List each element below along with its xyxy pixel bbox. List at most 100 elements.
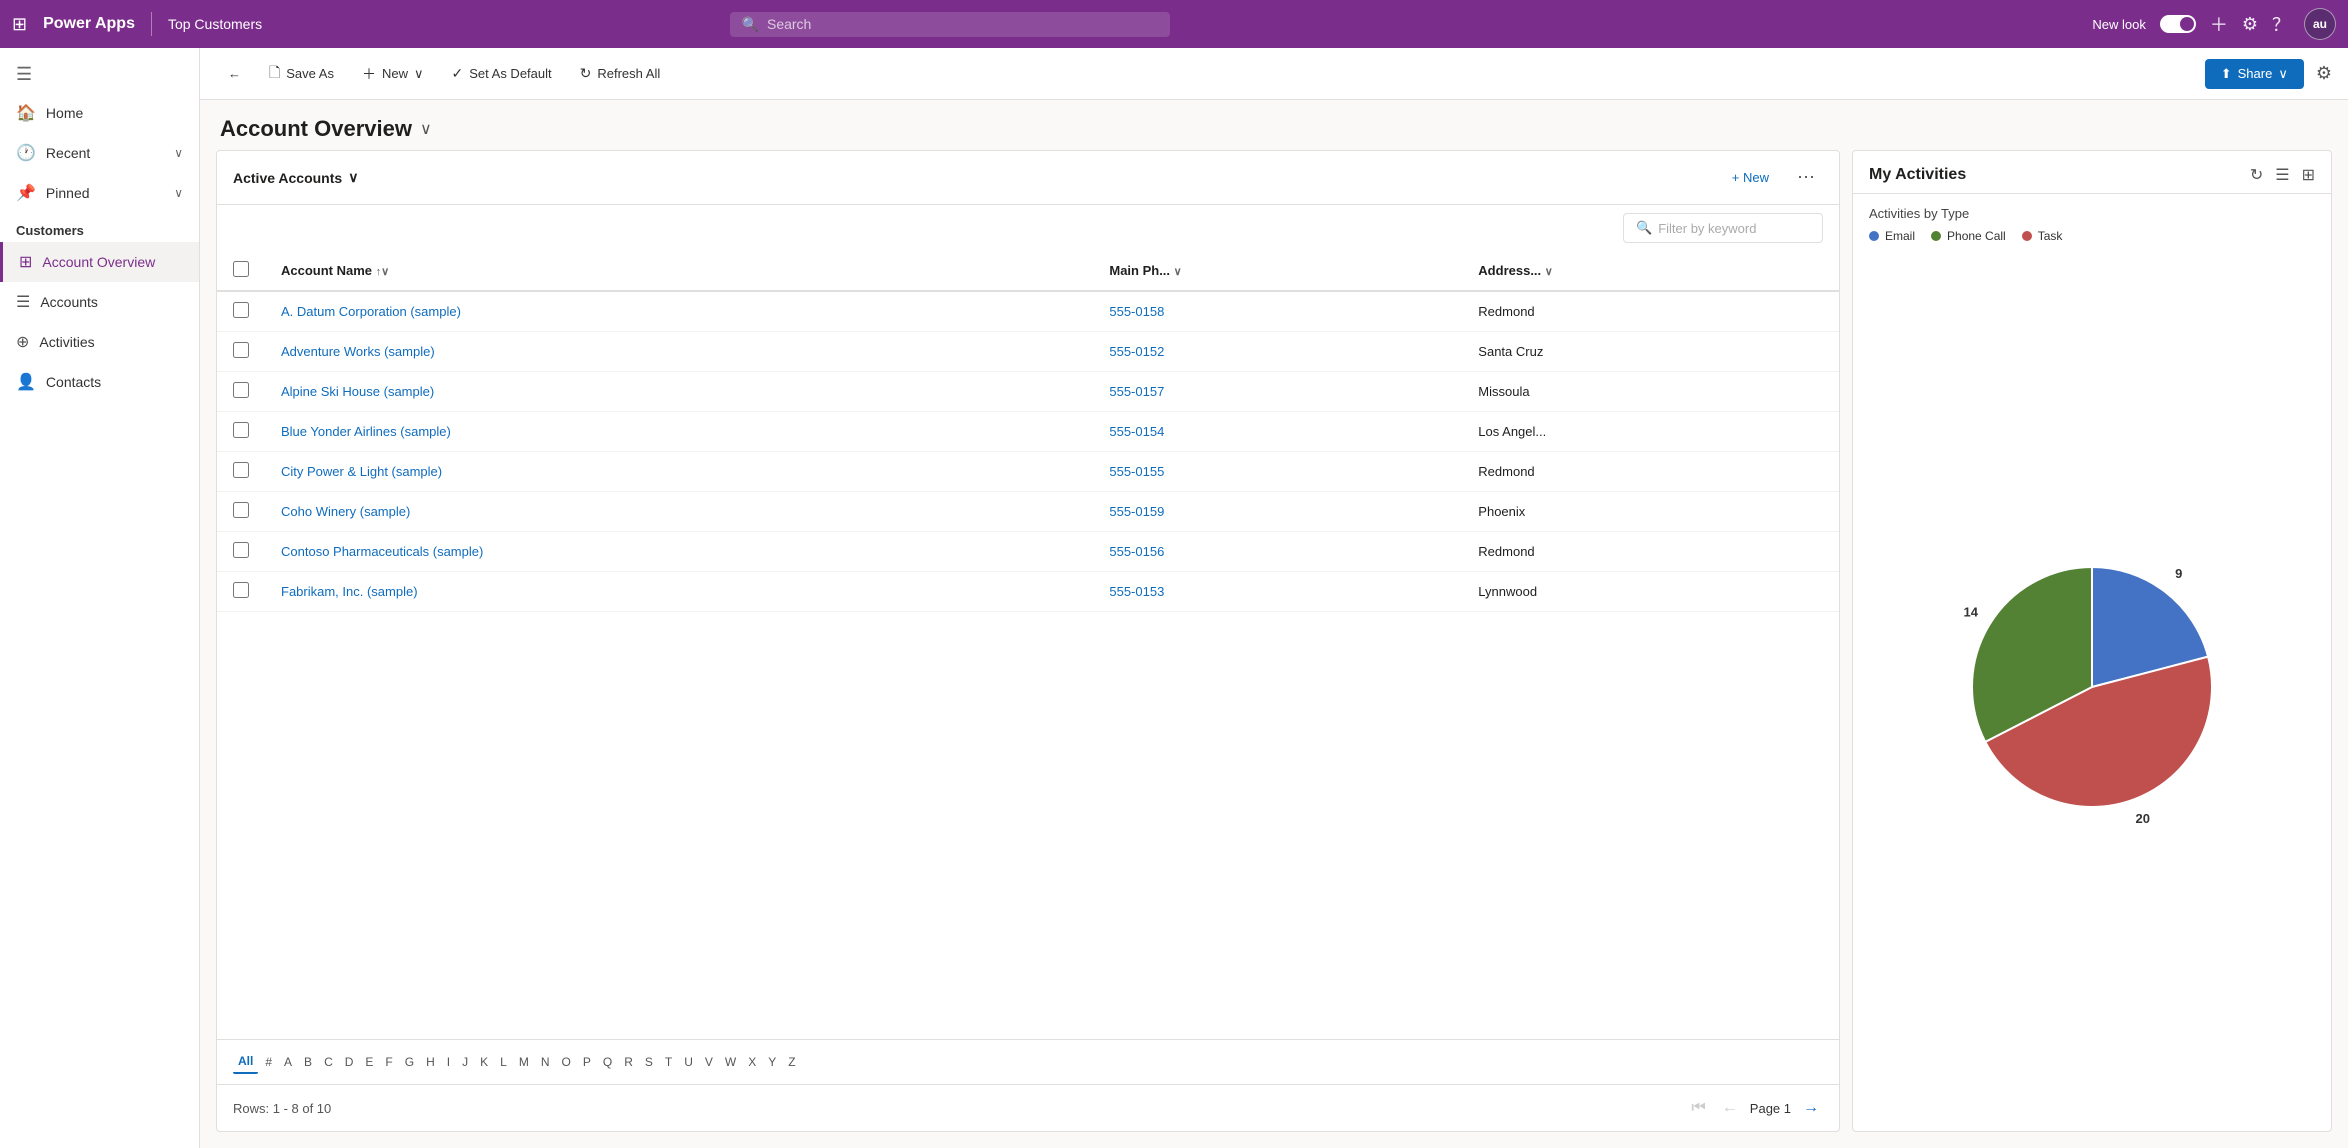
alpha-nav-item[interactable]: All [233, 1050, 258, 1074]
phone-cell[interactable]: 555-0157 [1093, 372, 1462, 412]
filter-input-container[interactable]: 🔍 Filter by keyword [1623, 213, 1823, 243]
col-header-address[interactable]: Address... ∨ [1462, 251, 1839, 291]
phone-cell[interactable]: 555-0153 [1093, 572, 1462, 612]
account-name-cell[interactable]: Adventure Works (sample) [265, 332, 1093, 372]
alpha-nav-item[interactable]: Y [763, 1051, 781, 1073]
legend-dot [1869, 231, 1879, 241]
new-look-toggle[interactable] [2160, 15, 2196, 33]
row-checkbox[interactable] [233, 382, 249, 398]
back-button[interactable]: ← [216, 60, 253, 87]
phone-cell[interactable]: 555-0154 [1093, 412, 1462, 452]
alpha-nav-item[interactable]: B [299, 1051, 317, 1073]
row-checkbox[interactable] [233, 542, 249, 558]
accounts-new-button[interactable]: + New [1720, 164, 1781, 191]
row-checkbox-cell[interactable] [217, 492, 265, 532]
row-checkbox[interactable] [233, 302, 249, 318]
account-name-cell[interactable]: City Power & Light (sample) [265, 452, 1093, 492]
alpha-nav-item[interactable]: G [400, 1051, 419, 1073]
row-checkbox[interactable] [233, 342, 249, 358]
sidebar-item-accounts[interactable]: ☰ Accounts [0, 282, 199, 322]
alpha-nav-item[interactable]: P [578, 1051, 596, 1073]
alpha-nav-item[interactable]: M [514, 1051, 534, 1073]
col-header-main-phone[interactable]: Main Ph... ∨ [1093, 251, 1462, 291]
alpha-nav-item[interactable]: J [457, 1051, 473, 1073]
alpha-nav-item[interactable]: L [495, 1051, 512, 1073]
phone-cell[interactable]: 555-0156 [1093, 532, 1462, 572]
alpha-nav-item[interactable]: H [421, 1051, 440, 1073]
alpha-nav-item[interactable]: I [442, 1051, 455, 1073]
row-checkbox[interactable] [233, 462, 249, 478]
col-header-account-name[interactable]: Account Name ↑∨ [265, 251, 1093, 291]
row-checkbox[interactable] [233, 582, 249, 598]
sidebar-item-contacts[interactable]: 👤 Contacts [0, 362, 199, 402]
avatar[interactable]: au [2304, 8, 2336, 40]
settings-icon[interactable]: ⚙ [2316, 63, 2332, 84]
alpha-nav-item[interactable]: K [475, 1051, 493, 1073]
alpha-nav-item[interactable]: Z [783, 1051, 800, 1073]
alpha-nav-item[interactable]: R [619, 1051, 638, 1073]
settings-icon[interactable]: ⚙ [2242, 14, 2258, 35]
share-button[interactable]: ⬆ Share ∨ [2205, 59, 2304, 89]
phone-cell[interactable]: 555-0158 [1093, 291, 1462, 332]
account-name-cell[interactable]: Contoso Pharmaceuticals (sample) [265, 532, 1093, 572]
list-view-icon[interactable]: ☰ [2275, 165, 2289, 185]
row-checkbox-cell[interactable] [217, 332, 265, 372]
row-checkbox-cell[interactable] [217, 532, 265, 572]
search-bar[interactable]: 🔍 [730, 12, 1170, 37]
select-all-header[interactable] [217, 251, 265, 291]
sidebar-item-account-overview[interactable]: ⊞ Account Overview [0, 242, 199, 282]
search-input[interactable] [767, 16, 1158, 32]
alpha-nav-item[interactable]: O [557, 1051, 576, 1073]
alpha-nav-item[interactable]: V [700, 1051, 718, 1073]
refresh-button[interactable]: ↻ Refresh All [568, 59, 673, 88]
sidebar-item-recent[interactable]: 🕐 Recent ∨ [0, 133, 199, 173]
more-options-button[interactable]: ⋯ [1789, 163, 1823, 192]
alpha-nav-item[interactable]: C [319, 1051, 338, 1073]
next-page-button[interactable]: → [1799, 1095, 1823, 1121]
sidebar-item-home[interactable]: 🏠 Home [0, 93, 199, 133]
new-button[interactable]: ＋ New ∨ [350, 58, 436, 90]
row-checkbox-cell[interactable] [217, 291, 265, 332]
row-checkbox[interactable] [233, 422, 249, 438]
alpha-nav-item[interactable]: W [720, 1051, 741, 1073]
account-name-cell[interactable]: Coho Winery (sample) [265, 492, 1093, 532]
sidebar-item-activities[interactable]: ⊕ Activities [0, 322, 199, 362]
account-name-cell[interactable]: A. Datum Corporation (sample) [265, 291, 1093, 332]
save-as-button[interactable]: 🗋 Save As [257, 56, 346, 92]
row-checkbox-cell[interactable] [217, 412, 265, 452]
phone-cell[interactable]: 555-0155 [1093, 452, 1462, 492]
phone-cell[interactable]: 555-0152 [1093, 332, 1462, 372]
plus-icon[interactable]: ＋ [2210, 11, 2228, 37]
alpha-nav-item[interactable]: D [340, 1051, 359, 1073]
row-checkbox[interactable] [233, 502, 249, 518]
alpha-nav-item[interactable]: T [660, 1051, 677, 1073]
row-checkbox-cell[interactable] [217, 372, 265, 412]
row-checkbox-cell[interactable] [217, 572, 265, 612]
first-page-button[interactable]: ⏮ [1687, 1095, 1709, 1121]
alpha-nav-item[interactable]: Q [598, 1051, 617, 1073]
alpha-nav-item[interactable]: N [536, 1051, 555, 1073]
sidebar-item-pinned[interactable]: 📌 Pinned ∨ [0, 173, 199, 213]
alpha-nav-item[interactable]: E [360, 1051, 378, 1073]
account-name-cell[interactable]: Fabrikam, Inc. (sample) [265, 572, 1093, 612]
accounts-view-selector[interactable]: Active Accounts ∨ [233, 169, 358, 186]
alpha-nav-item[interactable]: S [640, 1051, 658, 1073]
refresh-activities-icon[interactable]: ↻ [2250, 165, 2263, 185]
expand-icon[interactable]: ⊞ [2302, 165, 2315, 185]
phone-cell[interactable]: 555-0159 [1093, 492, 1462, 532]
alpha-nav-item[interactable]: U [679, 1051, 698, 1073]
account-name-cell[interactable]: Alpine Ski House (sample) [265, 372, 1093, 412]
prev-page-button[interactable]: ← [1718, 1095, 1742, 1121]
row-checkbox-cell[interactable] [217, 452, 265, 492]
alpha-nav-item[interactable]: X [743, 1051, 761, 1073]
page-title-chevron[interactable]: ∨ [420, 119, 432, 139]
help-icon[interactable]: ？ [2272, 11, 2290, 37]
alpha-nav-item[interactable]: A [279, 1051, 297, 1073]
set-default-button[interactable]: ✓ Set As Default [440, 59, 564, 88]
account-name-cell[interactable]: Blue Yonder Airlines (sample) [265, 412, 1093, 452]
alpha-nav-item[interactable]: F [380, 1051, 397, 1073]
hamburger-icon[interactable]: ☰ [0, 56, 199, 93]
alpha-nav-item[interactable]: # [260, 1051, 277, 1073]
select-all-checkbox[interactable] [233, 261, 249, 277]
waffle-icon[interactable]: ⊞ [12, 14, 27, 35]
